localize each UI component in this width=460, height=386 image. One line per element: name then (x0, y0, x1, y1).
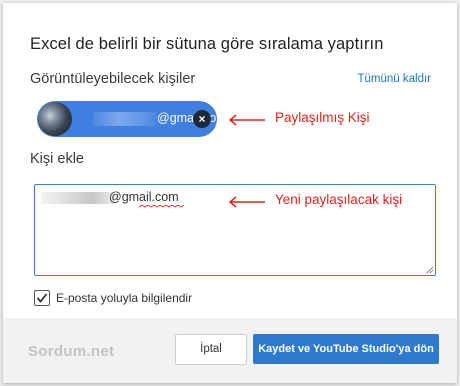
arrow-left-icon (228, 114, 265, 126)
shared-person-chip[interactable]: @gmail.com × (37, 101, 227, 137)
redacted-name (93, 112, 157, 126)
dialog-title: Excel de belirli bir sütuna göre sıralam… (30, 35, 384, 53)
checkmark-icon (36, 293, 48, 303)
spellcheck-underline (139, 205, 185, 208)
annotation-shared: Paylaşılmış Kişi (275, 110, 370, 125)
cancel-button[interactable]: İptal (175, 334, 247, 365)
notify-checkbox[interactable] (34, 290, 50, 306)
add-person-value: @gmail.com (109, 190, 179, 204)
redacted-name (41, 192, 115, 204)
remove-all-link[interactable]: Tümünü kaldır (357, 73, 431, 85)
arrow-left-icon (228, 196, 265, 208)
brand-watermark: Sordum.net (28, 343, 115, 360)
chip-email: @gmail.com (157, 111, 227, 125)
close-icon[interactable]: × (193, 110, 211, 128)
resize-handle-icon[interactable] (425, 265, 434, 274)
dialog-footer: Sordum.net İptal Kaydet ve YouTube Studi… (3, 318, 457, 383)
annotation-to-share: Yeni paylaşılacak kişi (275, 192, 403, 207)
notify-checkbox-label[interactable]: E-posta yoluyla bilgilendir (56, 291, 192, 305)
add-person-label: Kişi ekle (30, 151, 84, 167)
viewers-label: Görüntüleyebilecek kişiler (30, 71, 196, 87)
save-button[interactable]: Kaydet ve YouTube Studio'ya dön (253, 334, 439, 364)
avatar (38, 102, 72, 136)
share-dialog: Excel de belirli bir sütuna göre sıralam… (3, 3, 457, 383)
